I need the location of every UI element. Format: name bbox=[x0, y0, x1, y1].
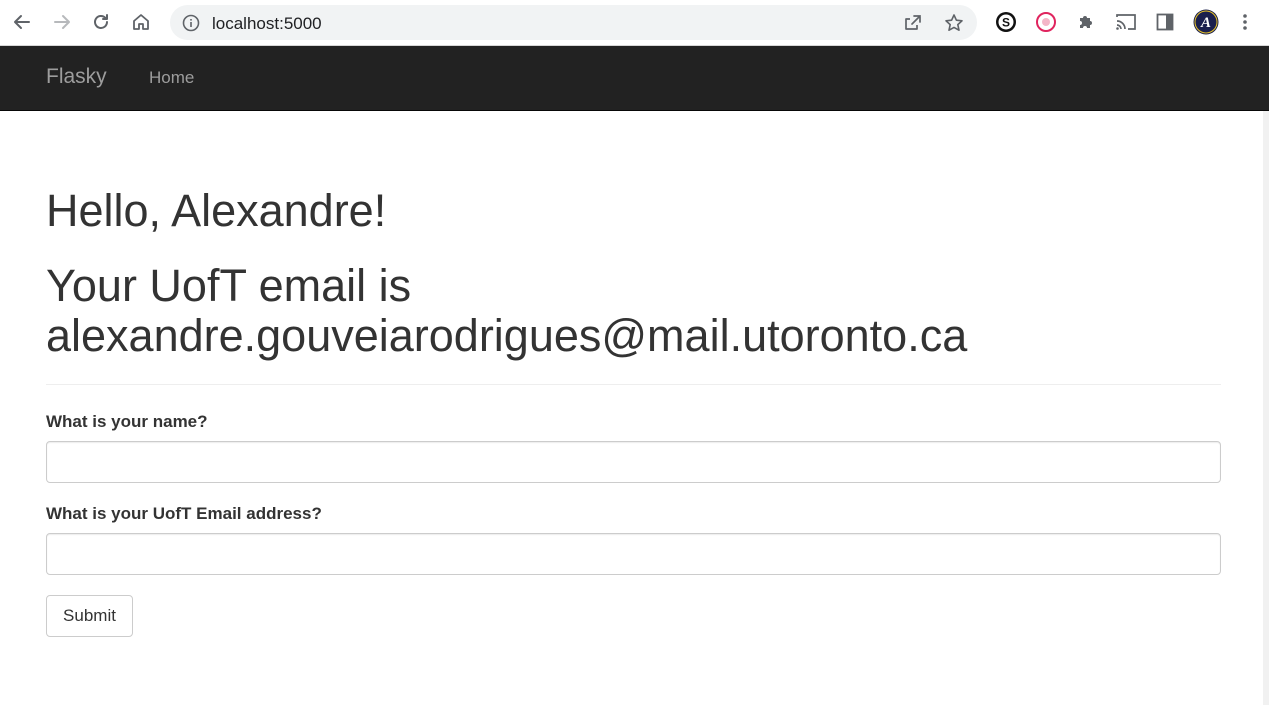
browser-toolbar: localhost:5000 S A bbox=[0, 0, 1269, 46]
bookmark-star-icon[interactable] bbox=[944, 13, 964, 38]
name-input[interactable] bbox=[46, 441, 1221, 483]
site-info-icon[interactable] bbox=[182, 14, 200, 37]
extensions-puzzle-icon[interactable] bbox=[1073, 9, 1099, 35]
forward-icon[interactable] bbox=[48, 7, 76, 37]
share-icon[interactable] bbox=[903, 13, 923, 38]
cast-icon[interactable] bbox=[1113, 9, 1139, 35]
page-scrollbar[interactable] bbox=[1263, 111, 1269, 705]
menu-kebab-icon[interactable] bbox=[1232, 9, 1258, 35]
email-heading: Your UofT email is alexandre.gouveiarodr… bbox=[46, 260, 968, 361]
divider bbox=[46, 384, 1221, 385]
profile-initial: A bbox=[1200, 15, 1211, 31]
side-panel-icon[interactable] bbox=[1152, 9, 1178, 35]
navbar-brand[interactable]: Flasky bbox=[46, 65, 107, 89]
reload-icon[interactable] bbox=[87, 7, 115, 37]
extension-record-icon[interactable] bbox=[1033, 9, 1059, 35]
home-icon[interactable] bbox=[127, 7, 155, 37]
email-input[interactable] bbox=[46, 533, 1221, 575]
greeting-heading: Hello, Alexandre! bbox=[46, 185, 387, 236]
address-bar[interactable]: localhost:5000 bbox=[170, 5, 977, 40]
submit-button[interactable]: Submit bbox=[46, 595, 133, 637]
name-label: What is your name? bbox=[46, 412, 208, 431]
email-label: What is your UofT Email address? bbox=[46, 504, 322, 523]
nav-link-home[interactable]: Home bbox=[149, 68, 194, 88]
profile-avatar-icon[interactable]: A bbox=[1193, 9, 1219, 35]
url-text[interactable]: localhost:5000 bbox=[212, 14, 322, 34]
back-icon[interactable] bbox=[8, 7, 36, 37]
app-navbar: Flasky Home bbox=[0, 46, 1269, 111]
extension-s-icon[interactable]: S bbox=[993, 9, 1019, 35]
svg-text:S: S bbox=[1002, 16, 1010, 30]
